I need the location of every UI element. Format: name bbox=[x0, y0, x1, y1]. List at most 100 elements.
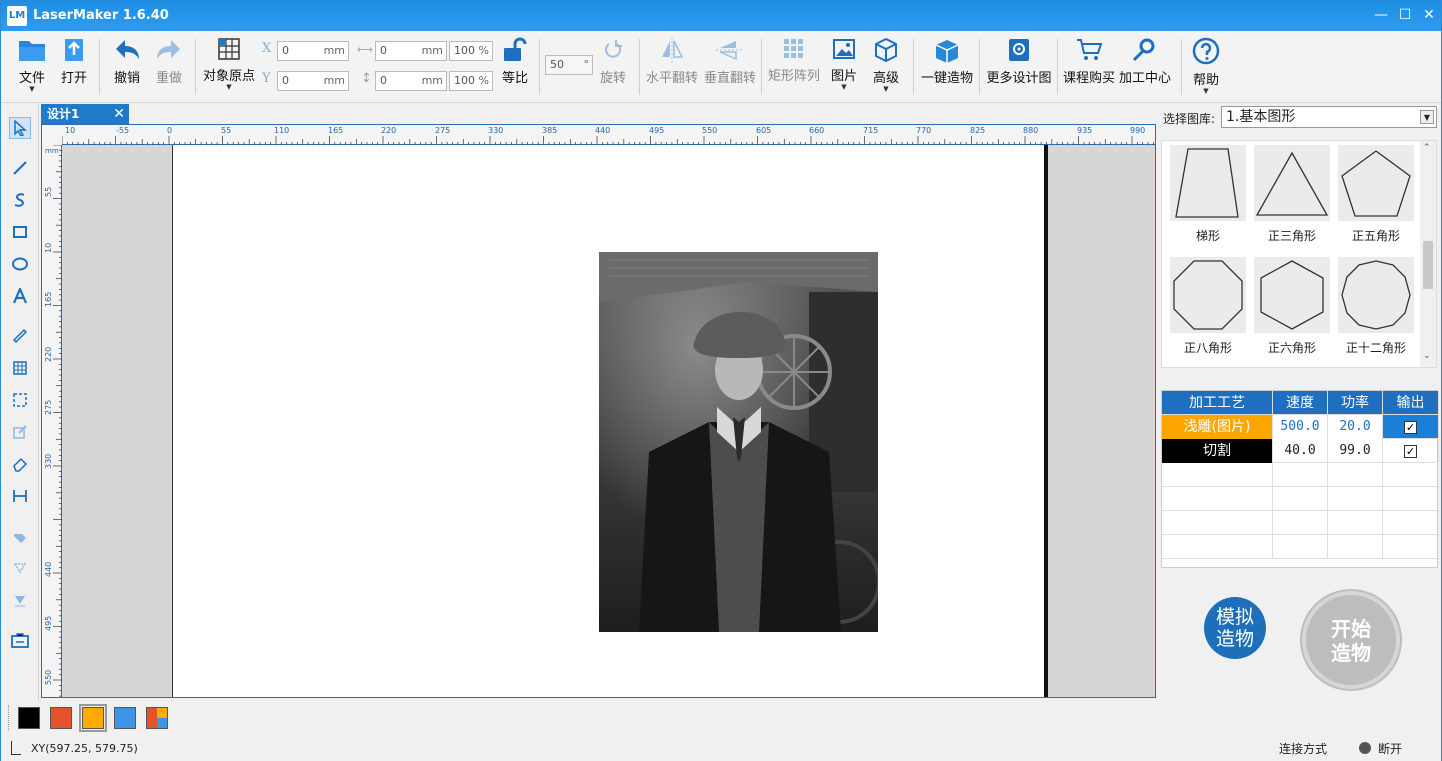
horizontal-flip-button[interactable]: 水平翻转 bbox=[645, 37, 699, 86]
left-tool-panel bbox=[1, 104, 39, 701]
processing-center-button[interactable]: 加工中心 bbox=[1117, 37, 1173, 86]
layer-process: 切割 bbox=[1162, 439, 1273, 463]
flip-horizontal-icon bbox=[662, 37, 684, 63]
rect-array-button[interactable]: 矩形阵列 bbox=[767, 37, 821, 84]
layer-speed[interactable]: 500.0 bbox=[1273, 415, 1328, 439]
color-palette bbox=[1, 701, 1441, 737]
maximize-icon[interactable]: ☐ bbox=[1397, 7, 1413, 23]
origin-button[interactable]: 对象原点 ▼ bbox=[201, 37, 257, 91]
dropdown-arrow-icon[interactable]: ▼ bbox=[1420, 110, 1434, 124]
simulate-button[interactable]: 模拟 造物 bbox=[1204, 597, 1266, 659]
shape-library-scrollbar[interactable]: ⌃ ⌄ bbox=[1420, 141, 1436, 367]
design-canvas[interactable]: 10 -55 0 55 110 165 220 275 330 385 440 495 550 605 66… bbox=[41, 124, 1156, 698]
rotate-angle-field[interactable]: 50 ° bbox=[545, 55, 593, 75]
layer-power[interactable]: 99.0 bbox=[1328, 439, 1383, 463]
scrollbar-thumb[interactable] bbox=[1423, 241, 1433, 289]
one-click-make-button[interactable]: 一键造物 bbox=[919, 37, 975, 86]
layer-speed[interactable]: 40.0 bbox=[1273, 439, 1328, 463]
eraser-icon bbox=[13, 457, 28, 472]
proportional-lock-button[interactable]: 等比 bbox=[499, 37, 531, 86]
shape-triangle[interactable]: 正三角形 bbox=[1254, 145, 1330, 244]
undo-button[interactable]: 撤销 bbox=[111, 37, 143, 86]
layer-row[interactable]: 切割 40.0 99.0 ✓ bbox=[1162, 439, 1439, 463]
measure-tool[interactable] bbox=[9, 325, 31, 347]
header-process: 加工工艺 bbox=[1162, 391, 1273, 415]
height-field[interactable]: 0 mm bbox=[375, 71, 447, 91]
eraser-tool[interactable] bbox=[9, 453, 31, 475]
layer-output[interactable]: ✓ bbox=[1383, 415, 1439, 439]
frame-tool[interactable] bbox=[9, 389, 31, 411]
coords-icon bbox=[11, 741, 21, 755]
rotate-button[interactable]: 旋转 bbox=[599, 37, 627, 86]
library-select[interactable]: 1.基本图形 ▼ bbox=[1221, 106, 1437, 128]
fill-tool[interactable] bbox=[9, 525, 31, 547]
help-button[interactable]: 帮助 ▼ bbox=[1191, 37, 1221, 95]
line-tool[interactable] bbox=[9, 157, 31, 179]
layer-output[interactable]: ✓ bbox=[1383, 439, 1439, 463]
more-designs-button[interactable]: 更多设计图 bbox=[985, 37, 1053, 86]
work-page[interactable] bbox=[172, 145, 1044, 697]
width-percent-field[interactable]: 100% bbox=[449, 41, 493, 61]
layer-table-header: 加工工艺 速度 功率 输出 bbox=[1162, 391, 1439, 415]
ruler-unit: mm bbox=[45, 147, 59, 155]
close-icon[interactable]: ✕ bbox=[1421, 7, 1437, 23]
file-button[interactable]: 文件 ▼ bbox=[15, 37, 49, 93]
height-percent-field[interactable]: 100% bbox=[449, 71, 493, 91]
connection-label: 连接方式 bbox=[1279, 742, 1328, 756]
color-swatch-red[interactable] bbox=[50, 707, 72, 729]
open-label: 打开 bbox=[60, 71, 87, 86]
curve-tool[interactable] bbox=[9, 189, 31, 211]
edit-node-tool[interactable] bbox=[9, 421, 31, 443]
close-tab-icon[interactable]: ✕ bbox=[113, 104, 125, 124]
scroll-down-icon[interactable]: ⌄ bbox=[1423, 351, 1431, 361]
layer-row[interactable]: 浅雕(图片) 500.0 20.0 ✓ bbox=[1162, 415, 1439, 439]
color-swatch-black[interactable] bbox=[18, 707, 40, 729]
y-position-field[interactable]: 0 mm bbox=[277, 71, 349, 91]
shape-pentagon[interactable]: 正五角形 bbox=[1338, 145, 1414, 244]
output-checkbox[interactable]: ✓ bbox=[1404, 444, 1417, 458]
color-swatch-orange[interactable] bbox=[79, 704, 107, 732]
shape-hexagon[interactable]: 正六角形 bbox=[1254, 257, 1330, 356]
engraving-image[interactable] bbox=[599, 252, 878, 632]
connection-state[interactable]: 断开 bbox=[1378, 740, 1402, 757]
redo-button[interactable]: 重做 bbox=[153, 37, 185, 86]
color-swatch-blue[interactable] bbox=[114, 707, 136, 729]
shape-name: 正五角形 bbox=[1351, 229, 1400, 243]
toolbox-tool[interactable] bbox=[9, 629, 31, 651]
rectangle-tool[interactable] bbox=[9, 221, 31, 243]
table-icon bbox=[13, 361, 27, 375]
vertical-flip-button[interactable]: 垂直翻转 bbox=[703, 37, 757, 86]
scroll-up-icon[interactable]: ⌃ bbox=[1423, 143, 1431, 153]
width-field[interactable]: 0 mm bbox=[375, 41, 447, 61]
start-button[interactable]: 开始 造物 bbox=[1302, 591, 1400, 689]
buy-course-button[interactable]: 课程购买 bbox=[1061, 37, 1117, 86]
cart-icon bbox=[1077, 39, 1103, 60]
distribute-icon bbox=[15, 596, 25, 607]
image-button[interactable]: 图片 ▼ bbox=[829, 37, 859, 91]
distribute-tool[interactable] bbox=[9, 589, 31, 611]
curve-icon bbox=[14, 193, 25, 207]
shape-octagon[interactable]: 正八角形 bbox=[1170, 257, 1246, 356]
open-button[interactable]: 打开 bbox=[59, 37, 89, 86]
color-swatch-multi[interactable] bbox=[146, 707, 168, 729]
select-tool[interactable] bbox=[9, 117, 31, 139]
x-position-field[interactable]: 0 mm bbox=[277, 41, 349, 61]
shape-trapezoid[interactable]: 梯形 bbox=[1170, 145, 1246, 244]
library-label: 选择图库: bbox=[1163, 112, 1216, 126]
layer-power[interactable]: 20.0 bbox=[1328, 415, 1383, 439]
minimize-icon[interactable]: — bbox=[1373, 7, 1389, 23]
shape-dodecagon[interactable]: 正十二角形 bbox=[1338, 257, 1414, 356]
header-power: 功率 bbox=[1328, 391, 1383, 415]
align-tool[interactable] bbox=[9, 557, 31, 579]
advanced-button[interactable]: 高级 ▼ bbox=[871, 37, 901, 93]
output-checkbox[interactable]: ✓ bbox=[1404, 420, 1417, 434]
text-tool[interactable] bbox=[9, 285, 31, 307]
table-tool[interactable] bbox=[9, 357, 31, 379]
dimension-tool[interactable] bbox=[9, 485, 31, 507]
ellipse-tool[interactable] bbox=[9, 253, 31, 275]
header-speed: 速度 bbox=[1273, 391, 1328, 415]
tab-design1[interactable]: 设计1 ✕ bbox=[41, 104, 129, 124]
shape-name: 正六角形 bbox=[1267, 341, 1316, 355]
connection-status-icon bbox=[1359, 742, 1371, 754]
undo-icon bbox=[116, 40, 139, 59]
